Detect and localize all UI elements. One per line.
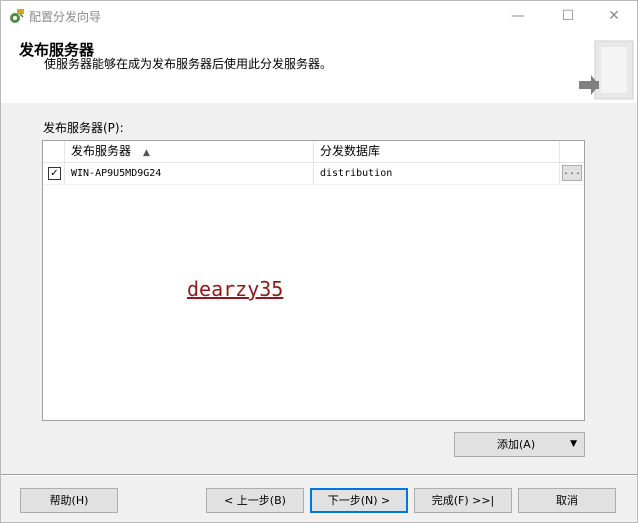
server-illustration-icon [579, 40, 634, 100]
finish-button[interactable]: 完成(F) >>| [414, 488, 512, 513]
watermark-text: dearzy35 [187, 277, 284, 301]
column-header-publisher-label: 发布服务器 [71, 144, 132, 158]
minimize-icon: — [511, 8, 525, 24]
column-header-check [43, 141, 65, 162]
header-banner: 发布服务器 使服务器能够在成为发布服务器后使用此分发服务器。 [1, 31, 637, 103]
wizard-window: 配置分发向导 — ☐ ✕ 发布服务器 使服务器能够在成为发布服务器后使用此分发服… [0, 0, 638, 523]
column-header-database[interactable]: 分发数据库 [314, 141, 560, 162]
wizard-icon [10, 9, 24, 23]
add-button[interactable]: 添加(A) ▼ [454, 432, 585, 457]
grid-header: 发布服务器 ▲ 分发数据库 [43, 141, 584, 163]
row-action-cell: ... [560, 163, 584, 184]
publisher-checkbox[interactable]: ✓ [48, 167, 61, 180]
minimize-button[interactable]: — [495, 1, 541, 31]
footer-divider-highlight [1, 475, 637, 476]
close-icon: ✕ [608, 8, 620, 24]
table-row[interactable]: ✓ WIN-AP9U5MD9G24 distribution ... [43, 163, 584, 185]
add-button-label: 添加(A) [497, 438, 536, 451]
help-button[interactable]: 帮助(H) [20, 488, 118, 513]
next-button[interactable]: 下一步(N) > [310, 488, 408, 513]
close-button[interactable]: ✕ [591, 1, 637, 31]
column-header-publisher[interactable]: 发布服务器 ▲ [65, 141, 314, 162]
header-divider [1, 102, 637, 103]
column-header-database-label: 分发数据库 [320, 144, 381, 158]
window-title: 配置分发向导 [29, 10, 102, 24]
back-button[interactable]: < 上一步(B) [206, 488, 304, 513]
maximize-icon: ☐ [561, 8, 575, 24]
row-check-cell: ✓ [43, 163, 65, 184]
publishers-label: 发布服务器(P): [43, 121, 124, 135]
column-header-actions [560, 141, 584, 162]
publisher-name-cell: WIN-AP9U5MD9G24 [65, 163, 314, 184]
maximize-button[interactable]: ☐ [545, 1, 591, 31]
cancel-button[interactable]: 取消 [518, 488, 616, 513]
page-description: 使服务器能够在成为发布服务器后使用此分发服务器。 [44, 57, 333, 71]
title-bar[interactable]: 配置分发向导 — ☐ ✕ [1, 1, 637, 31]
dropdown-arrow-icon: ▼ [570, 439, 577, 449]
sort-ascending-icon: ▲ [143, 148, 150, 158]
publishers-grid[interactable]: 发布服务器 ▲ 分发数据库 ✓ WIN-AP9U5MD9G24 distribut… [42, 140, 585, 421]
distribution-db-cell: distribution [314, 163, 560, 184]
properties-ellipsis-button[interactable]: ... [562, 165, 582, 181]
